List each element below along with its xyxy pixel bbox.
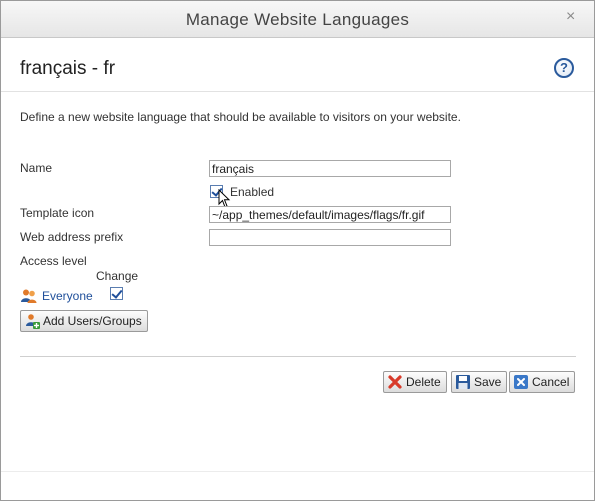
save-button[interactable]: Save bbox=[451, 371, 508, 393]
access-change-header: Change bbox=[96, 269, 139, 283]
help-icon[interactable]: ? bbox=[554, 58, 574, 78]
red-x-icon bbox=[388, 375, 402, 389]
page-title: français - fr bbox=[20, 58, 116, 79]
add-users-groups-label: Add Users/Groups bbox=[43, 314, 142, 328]
floppy-disk-icon bbox=[456, 375, 470, 389]
description-text: Define a new website language that shoul… bbox=[20, 110, 461, 124]
cancel-button[interactable]: Cancel bbox=[509, 371, 576, 393]
user-group-icon bbox=[21, 289, 37, 303]
bottom-divider bbox=[1, 471, 594, 472]
web-prefix-input[interactable] bbox=[209, 229, 451, 246]
manage-languages-dialog: Manage Website Languages × français - fr… bbox=[0, 0, 595, 501]
cancel-label: Cancel bbox=[532, 375, 570, 389]
delete-button[interactable]: Delete bbox=[383, 371, 447, 393]
footer-divider bbox=[20, 356, 576, 357]
enabled-label: Enabled bbox=[230, 185, 275, 199]
add-users-groups-button[interactable]: Add Users/Groups bbox=[20, 310, 148, 332]
access-row-everyone[interactable]: Everyone bbox=[42, 289, 93, 303]
template-icon-input[interactable] bbox=[209, 206, 451, 223]
save-label: Save bbox=[474, 375, 502, 389]
template-icon-label: Template icon bbox=[20, 206, 95, 220]
access-level-label: Access level bbox=[20, 254, 87, 268]
name-input[interactable] bbox=[209, 160, 451, 177]
web-prefix-label: Web address prefix bbox=[20, 230, 124, 244]
header-divider bbox=[1, 91, 594, 92]
everyone-change-checkbox[interactable] bbox=[110, 287, 123, 300]
delete-label: Delete bbox=[406, 375, 441, 389]
close-icon[interactable]: × bbox=[566, 9, 580, 25]
dialog-title: Manage Website Languages bbox=[185, 10, 410, 29]
cancel-x-icon bbox=[514, 375, 528, 389]
name-label: Name bbox=[20, 161, 53, 175]
dialog-titlebar: Manage Website Languages × bbox=[1, 1, 594, 38]
add-user-group-icon bbox=[26, 314, 40, 329]
